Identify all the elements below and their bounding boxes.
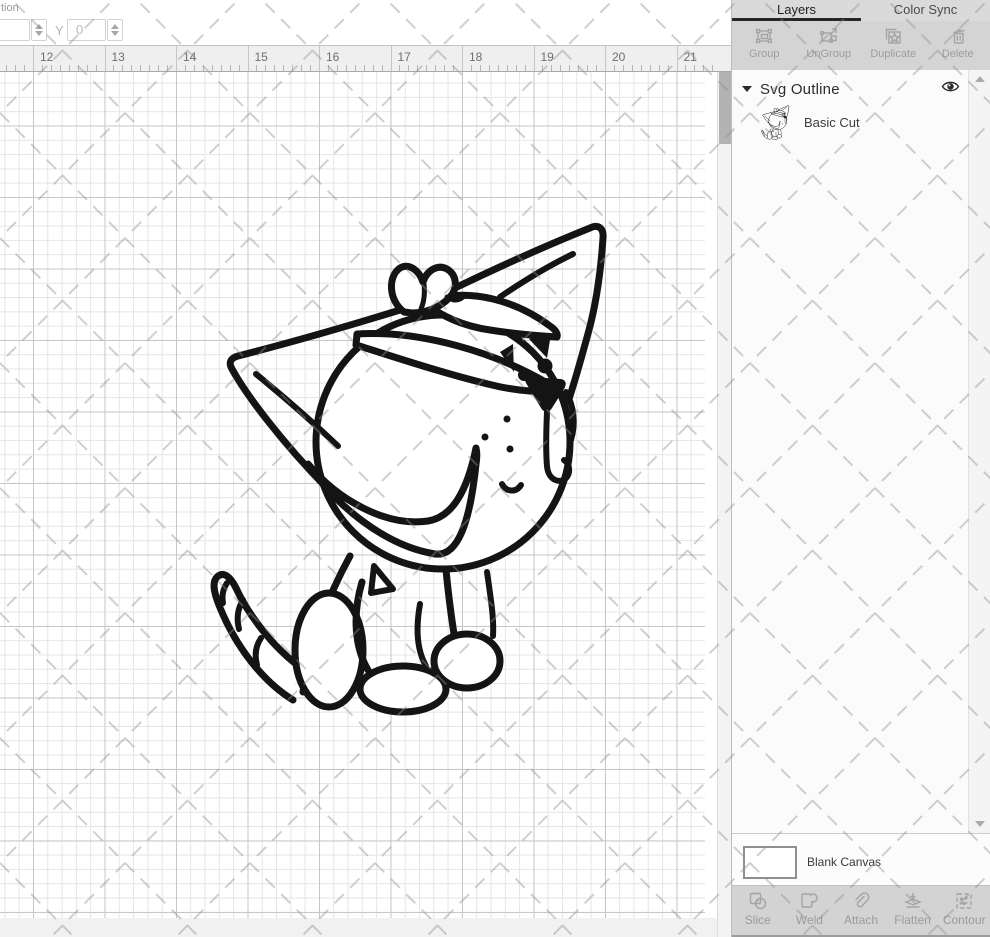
layer-thumbnail-cat (756, 104, 794, 140)
path-operations-toolbar: Slice Weld Attach (732, 885, 990, 937)
visibility-eye-icon[interactable] (941, 79, 960, 94)
panel-tabs: Layers Color Sync (732, 0, 990, 21)
delete-label: Delete (942, 48, 974, 60)
duplicate-button[interactable]: Duplicate (861, 21, 926, 70)
layers-toolbar: Group UnGroup (732, 21, 990, 70)
layer-label: Basic Cut (804, 115, 860, 130)
flatten-button[interactable]: Flatten (887, 886, 939, 935)
attach-label: Attach (844, 913, 878, 927)
group-label: Group (749, 48, 780, 60)
contour-label: Contour (943, 913, 986, 927)
delete-icon (948, 26, 968, 46)
slice-label: Slice (745, 913, 771, 927)
contour-button[interactable]: Contour (938, 886, 990, 935)
contour-icon (953, 890, 975, 912)
panel-scrollbar[interactable] (968, 70, 990, 833)
ungroup-icon (819, 26, 839, 46)
flatten-icon (902, 890, 924, 912)
group-button[interactable]: Group (732, 21, 797, 70)
layer-item-basic-cut[interactable]: Basic Cut (756, 102, 860, 142)
slice-icon (747, 890, 769, 912)
tab-color-sync[interactable]: Color Sync (861, 0, 990, 21)
canvas-vertical-scrollbar[interactable] (717, 72, 731, 937)
slice-button[interactable]: Slice (732, 886, 784, 935)
weld-button[interactable]: Weld (784, 886, 836, 935)
layer-group-header[interactable]: Svg Outline (742, 78, 840, 100)
tab-layers[interactable]: Layers (732, 0, 861, 21)
delete-button[interactable]: Delete (926, 21, 990, 70)
canvas-background-row: Blank Canvas (732, 833, 990, 885)
scroll-down-icon[interactable] (975, 821, 985, 827)
blank-canvas-label: Blank Canvas (807, 855, 881, 869)
duplicate-label: Duplicate (870, 48, 916, 60)
canvas-color-swatch[interactable] (743, 846, 797, 879)
group-icon (754, 26, 774, 46)
attach-button[interactable]: Attach (835, 886, 887, 935)
layers-list: Svg Outline Basic Cut (732, 70, 990, 833)
weld-icon (798, 890, 820, 912)
scrollbar-thumb[interactable] (719, 72, 731, 144)
ungroup-label: UnGroup (806, 48, 851, 60)
attach-icon (850, 890, 872, 912)
cricut-design-space-app: tion 0 Y 0 12131415161718192021 (0, 0, 990, 937)
collapse-triangle-icon[interactable] (742, 86, 752, 92)
layers-panel: Layers Color Sync Group (731, 0, 990, 937)
duplicate-icon (883, 26, 903, 46)
scroll-up-icon[interactable] (975, 76, 985, 82)
layer-group-title: Svg Outline (760, 81, 840, 98)
weld-label: Weld (796, 913, 823, 927)
svg-outline-cat-artwork[interactable] (0, 0, 717, 937)
ungroup-button[interactable]: UnGroup (797, 21, 862, 70)
flatten-label: Flatten (894, 913, 931, 927)
